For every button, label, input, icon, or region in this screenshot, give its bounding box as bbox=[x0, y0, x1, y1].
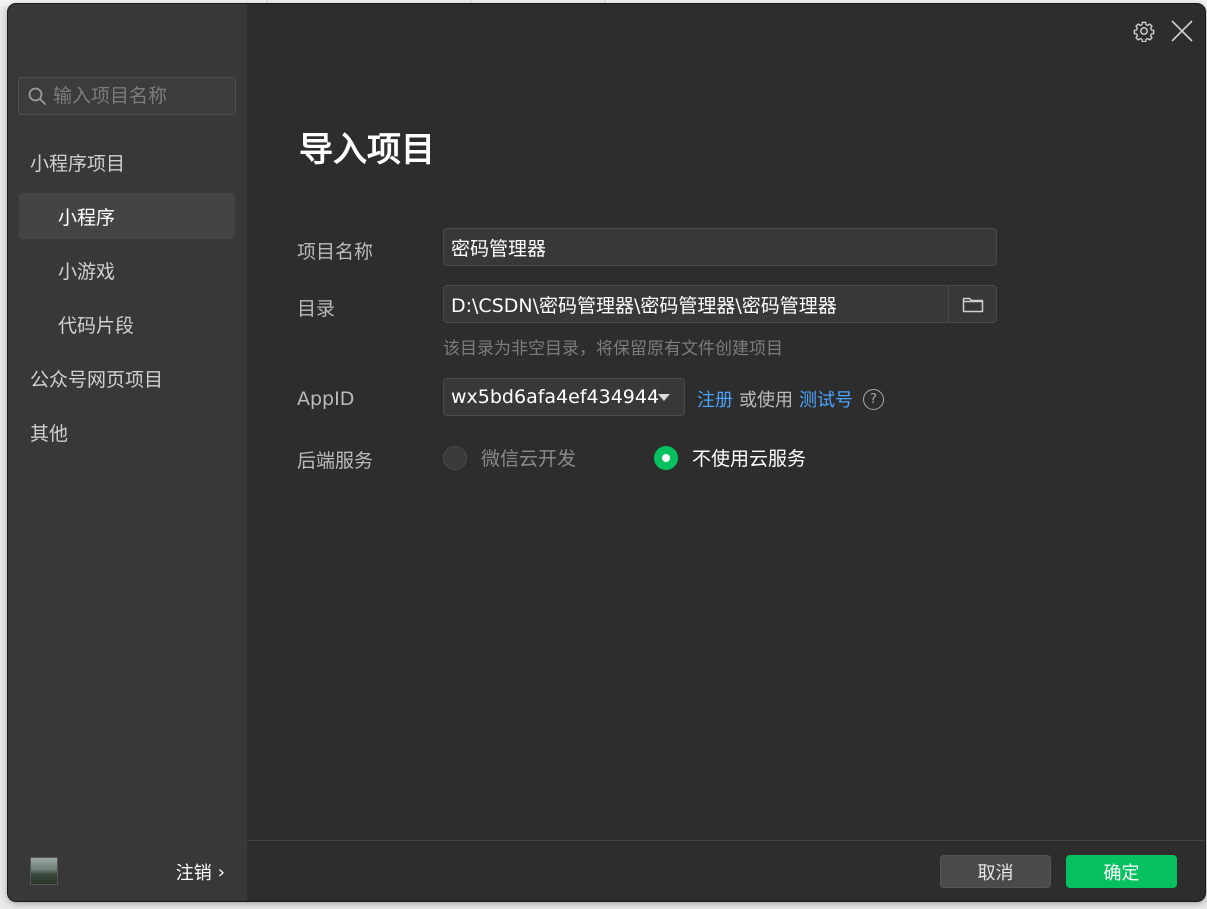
gear-icon[interactable] bbox=[1133, 20, 1155, 42]
search-input[interactable] bbox=[53, 85, 223, 107]
radio-label: 微信云开发 bbox=[481, 448, 577, 470]
project-name-label: 项目名称 bbox=[297, 241, 374, 263]
project-name-value: 密码管理器 bbox=[451, 237, 547, 260]
search-icon bbox=[28, 87, 46, 105]
sidebar-group-official-account-web[interactable]: 公众号网页项目 bbox=[30, 355, 163, 401]
chevron-down-icon bbox=[658, 394, 670, 401]
sidebar-item-minigame[interactable]: 小游戏 bbox=[58, 247, 115, 293]
sidebar: 小程序项目 小程序 小游戏 代码片段 公众号网页项目 其他 注销 › bbox=[8, 4, 247, 901]
folder-icon bbox=[962, 297, 983, 313]
logout-label: 注销 bbox=[175, 863, 212, 884]
logout-button[interactable]: 注销 › bbox=[176, 859, 225, 885]
sidebar-item-code-snippet[interactable]: 代码片段 bbox=[58, 301, 134, 347]
project-name-field[interactable]: 密码管理器 bbox=[443, 228, 997, 266]
or-use-text: 或使用 bbox=[739, 390, 793, 411]
radio-button[interactable] bbox=[443, 445, 467, 470]
directory-hint: 该目录为非空目录，将保留原有文件创建项目 bbox=[443, 339, 783, 359]
help-icon[interactable]: ? bbox=[863, 388, 884, 410]
avatar[interactable] bbox=[30, 857, 58, 885]
sidebar-group-other[interactable]: 其他 bbox=[30, 409, 68, 455]
directory-value: D:\CSDN\密码管理器\密码管理器\密码管理器 bbox=[451, 294, 837, 317]
import-project-dialog: 小程序项目 小程序 小游戏 代码片段 公众号网页项目 其他 注销 › 导入项目 … bbox=[8, 4, 1205, 901]
directory-field[interactable]: D:\CSDN\密码管理器\密码管理器\密码管理器 bbox=[443, 285, 997, 323]
window-controls bbox=[1133, 18, 1195, 44]
close-icon[interactable] bbox=[1169, 18, 1195, 44]
appid-value: wx5bd6afa4ef434944 bbox=[451, 386, 660, 408]
appid-label: AppID bbox=[297, 388, 355, 410]
confirm-button[interactable]: 确定 bbox=[1066, 855, 1177, 888]
page-title: 导入项目 bbox=[299, 130, 435, 170]
radio-no-cloud[interactable]: 不使用云服务 bbox=[654, 444, 806, 471]
test-account-link[interactable]: 测试号 bbox=[799, 386, 853, 412]
sidebar-footer: 注销 › bbox=[8, 849, 247, 901]
project-search[interactable] bbox=[18, 77, 236, 115]
backend-label: 后端服务 bbox=[297, 450, 374, 472]
cancel-button[interactable]: 取消 bbox=[940, 855, 1051, 888]
radio-label: 不使用云服务 bbox=[692, 448, 807, 470]
main-panel: 导入项目 项目名称 密码管理器 目录 D:\CSDN\密码管理器\密码管理器\密… bbox=[247, 4, 1205, 901]
appid-select[interactable]: wx5bd6afa4ef434944 bbox=[443, 378, 685, 416]
sidebar-item-miniprogram[interactable]: 小程序 bbox=[19, 193, 235, 239]
dialog-footer: 取消 确定 bbox=[247, 840, 1205, 901]
browse-folder-button[interactable] bbox=[948, 286, 996, 322]
chevron-right-icon: › bbox=[217, 861, 225, 883]
radio-wechat-cloud[interactable]: 微信云开发 bbox=[443, 444, 576, 471]
register-link[interactable]: 注册 bbox=[697, 386, 733, 412]
appid-links: 注册 或使用 测试号 ? bbox=[697, 386, 884, 412]
directory-label: 目录 bbox=[297, 298, 336, 320]
radio-button-checked[interactable] bbox=[654, 445, 678, 470]
sidebar-group-miniprogram-projects[interactable]: 小程序项目 bbox=[30, 139, 125, 185]
